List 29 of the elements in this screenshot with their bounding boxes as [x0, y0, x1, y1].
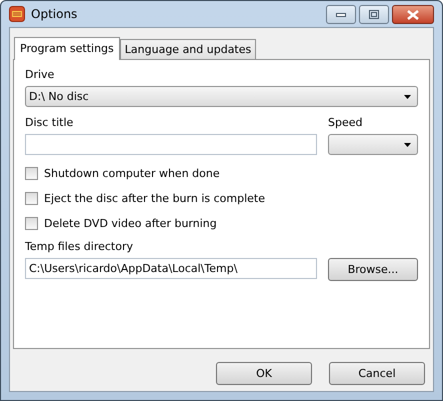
dropdown-arrow-icon	[404, 142, 411, 146]
temp-directory-field[interactable]: C:\Users\ricardo\AppData\Local\Temp\	[25, 258, 317, 279]
app-icon	[9, 6, 25, 22]
field-label: Drive	[25, 68, 56, 81]
maximize-icon	[369, 10, 379, 19]
close-button[interactable]	[392, 5, 434, 24]
close-icon	[407, 10, 419, 20]
checkbox[interactable]	[25, 217, 38, 230]
checkbox-label[interactable]: Eject the disc after the burn is complete	[44, 192, 265, 205]
window-title: Options	[31, 7, 78, 21]
drive-dropdown[interactable]: D:\ No disc	[25, 86, 418, 107]
maximize-button[interactable]	[359, 5, 389, 24]
tab[interactable]: Language and updates	[120, 39, 256, 59]
dropdown-arrow-icon	[404, 94, 411, 98]
checkbox-label[interactable]: Shutdown computer when done	[44, 167, 220, 180]
ok-button[interactable]: OK	[216, 362, 312, 385]
checkbox-label[interactable]: Delete DVD video after burning	[44, 217, 217, 230]
checkbox[interactable]	[25, 167, 38, 180]
tab[interactable]: Program settings	[14, 37, 120, 60]
browse-button[interactable]: Browse...	[328, 258, 418, 281]
minimize-icon	[336, 12, 346, 16]
speed-dropdown[interactable]	[328, 134, 418, 155]
field-label: Speed	[328, 116, 364, 129]
disc-title-field[interactable]	[25, 134, 317, 155]
checkbox[interactable]	[25, 192, 38, 205]
minimize-button[interactable]	[326, 5, 356, 24]
cancel-button[interactable]: Cancel	[329, 362, 425, 385]
field-label: Temp files directory	[25, 240, 134, 253]
field-label: Disc title	[25, 116, 74, 129]
